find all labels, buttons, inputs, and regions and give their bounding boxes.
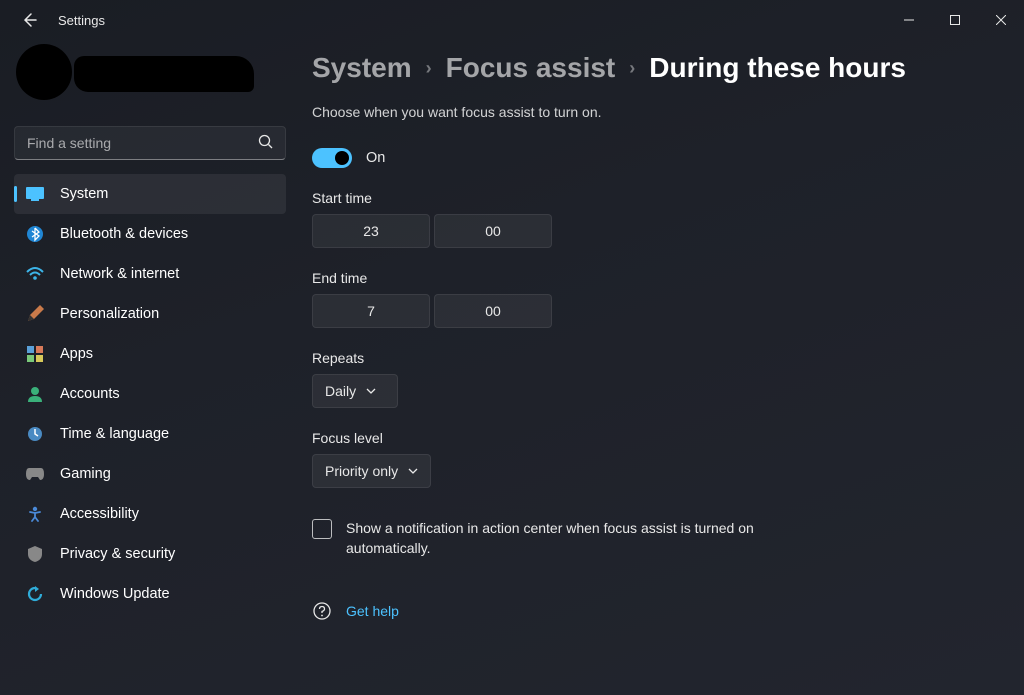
sidebar-item-label: Accounts bbox=[60, 386, 120, 402]
search-icon bbox=[258, 134, 274, 150]
start-time-label: Start time bbox=[312, 190, 1004, 206]
sidebar-item-label: System bbox=[60, 186, 108, 202]
time-language-icon bbox=[24, 423, 46, 445]
windows-update-icon bbox=[24, 583, 46, 605]
focus-level-dropdown[interactable]: Priority only bbox=[312, 454, 431, 488]
window-title: Settings bbox=[58, 13, 105, 28]
back-arrow-icon bbox=[21, 12, 37, 28]
sidebar-item-apps[interactable]: Apps bbox=[14, 334, 286, 374]
breadcrumb-focus-assist[interactable]: Focus assist bbox=[446, 52, 616, 84]
sidebar-item-label: Bluetooth & devices bbox=[60, 226, 188, 242]
sidebar-item-label: Apps bbox=[60, 346, 93, 362]
chevron-down-icon bbox=[408, 468, 418, 474]
close-icon bbox=[996, 15, 1006, 25]
breadcrumb: System › Focus assist › During these hou… bbox=[312, 52, 1004, 84]
breadcrumb-system[interactable]: System bbox=[312, 52, 412, 84]
privacy-icon bbox=[24, 543, 46, 565]
maximize-icon bbox=[950, 15, 960, 25]
user-avatar bbox=[16, 44, 72, 100]
window-controls bbox=[886, 0, 1024, 40]
get-help-link[interactable]: Get help bbox=[346, 603, 399, 619]
search-input[interactable] bbox=[14, 126, 286, 160]
sidebar-item-label: Privacy & security bbox=[60, 546, 175, 562]
repeats-label: Repeats bbox=[312, 350, 1004, 366]
main-content: System › Focus assist › During these hou… bbox=[300, 40, 1024, 695]
accessibility-icon bbox=[24, 503, 46, 525]
sidebar-item-label: Accessibility bbox=[60, 506, 139, 522]
sidebar-item-windows-update[interactable]: Windows Update bbox=[14, 574, 286, 614]
user-name-redacted bbox=[74, 56, 254, 92]
sidebar-item-label: Windows Update bbox=[60, 586, 170, 602]
page-subtitle: Choose when you want focus assist to tur… bbox=[312, 104, 1004, 120]
search-wrapper bbox=[14, 126, 286, 160]
chevron-right-icon: › bbox=[426, 58, 432, 79]
sidebar-item-privacy[interactable]: Privacy & security bbox=[14, 534, 286, 574]
repeats-value: Daily bbox=[325, 383, 356, 399]
sidebar-item-label: Personalization bbox=[60, 306, 159, 322]
notification-checkbox[interactable] bbox=[312, 519, 332, 539]
network-icon bbox=[24, 263, 46, 285]
close-button[interactable] bbox=[978, 0, 1024, 40]
focus-level-value: Priority only bbox=[325, 463, 398, 479]
gaming-icon bbox=[24, 463, 46, 485]
sidebar-item-accessibility[interactable]: Accessibility bbox=[14, 494, 286, 534]
start-hour-selector[interactable]: 23 bbox=[312, 214, 430, 248]
sidebar-item-label: Time & language bbox=[60, 426, 169, 442]
breadcrumb-during-hours: During these hours bbox=[649, 52, 906, 84]
end-time-label: End time bbox=[312, 270, 1004, 286]
apps-icon bbox=[24, 343, 46, 365]
chevron-right-icon: › bbox=[629, 58, 635, 79]
maximize-button[interactable] bbox=[932, 0, 978, 40]
toggle-label: On bbox=[366, 150, 385, 166]
minimize-icon bbox=[904, 15, 914, 25]
end-minute-selector[interactable]: 00 bbox=[434, 294, 552, 328]
titlebar: Settings bbox=[0, 0, 1024, 40]
minimize-button[interactable] bbox=[886, 0, 932, 40]
user-profile-block[interactable] bbox=[14, 44, 286, 114]
on-toggle[interactable] bbox=[312, 148, 352, 168]
back-button[interactable] bbox=[14, 5, 44, 35]
sidebar-item-time-language[interactable]: Time & language bbox=[14, 414, 286, 454]
sidebar-item-network[interactable]: Network & internet bbox=[14, 254, 286, 294]
sidebar-item-system[interactable]: System bbox=[14, 174, 286, 214]
sidebar-item-label: Network & internet bbox=[60, 266, 179, 282]
sidebar-item-accounts[interactable]: Accounts bbox=[14, 374, 286, 414]
end-hour-selector[interactable]: 7 bbox=[312, 294, 430, 328]
sidebar-item-bluetooth[interactable]: Bluetooth & devices bbox=[14, 214, 286, 254]
focus-level-label: Focus level bbox=[312, 430, 1004, 446]
sidebar-item-label: Gaming bbox=[60, 466, 111, 482]
bluetooth-icon bbox=[24, 223, 46, 245]
notification-checkbox-label: Show a notification in action center whe… bbox=[346, 518, 812, 559]
sidebar-item-personalization[interactable]: Personalization bbox=[14, 294, 286, 334]
sidebar-item-gaming[interactable]: Gaming bbox=[14, 454, 286, 494]
accounts-icon bbox=[24, 383, 46, 405]
help-icon bbox=[312, 601, 332, 621]
chevron-down-icon bbox=[366, 388, 376, 394]
repeats-dropdown[interactable]: Daily bbox=[312, 374, 398, 408]
personalization-icon bbox=[24, 303, 46, 325]
sidebar: System Bluetooth & devices Network & int… bbox=[0, 40, 300, 695]
start-minute-selector[interactable]: 00 bbox=[434, 214, 552, 248]
toggle-knob bbox=[335, 151, 349, 165]
system-icon bbox=[24, 183, 46, 205]
